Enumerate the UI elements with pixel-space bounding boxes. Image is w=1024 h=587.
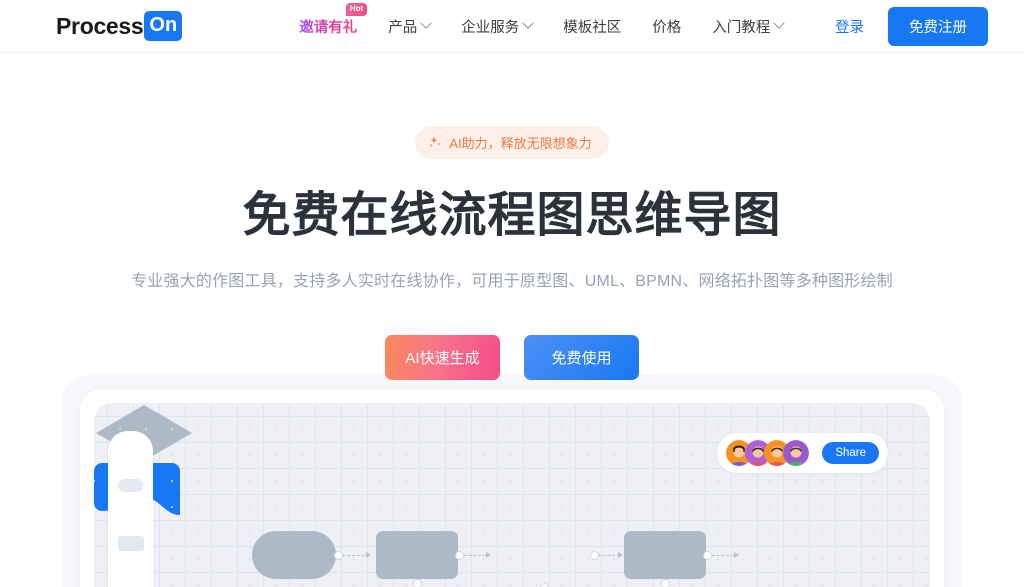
nav-item-label: 模板社区 (563, 19, 622, 36)
chevron-down-icon (522, 17, 534, 29)
nav-item-products[interactable]: 产品 (388, 16, 432, 37)
avatar[interactable] (783, 440, 810, 466)
connector (598, 555, 620, 556)
nav-item-invite[interactable]: 邀请有礼 Hot (299, 2, 368, 37)
collaborators-bar: Share (717, 433, 888, 473)
header-actions: 登录 免费注册 (835, 6, 988, 46)
page-title: 免费在线流程图思维导图 (242, 189, 782, 242)
ai-badge: AI助力，释放无限想象力 (415, 126, 609, 159)
connector-endpoint (703, 551, 712, 560)
connector-endpoint (413, 579, 422, 587)
signup-button[interactable]: 免费注册 (888, 6, 988, 46)
connector-endpoint (661, 579, 670, 587)
flow-shape-process-2[interactable] (624, 531, 706, 579)
connector-endpoint (540, 583, 549, 587)
connector-endpoint (455, 551, 464, 560)
nav-item-templates[interactable]: 模板社区 (563, 16, 621, 37)
canvas-preview: Share (62, 375, 962, 587)
nav-item-label: 企业服务 (461, 19, 520, 36)
ai-badge-label: AI助力，释放无限想象力 (449, 136, 592, 151)
nav-item-enterprise[interactable]: 企业服务 (461, 16, 534, 37)
nav-item-pricing[interactable]: 价格 (652, 16, 681, 37)
nav-item-tutorials[interactable]: 入门教程 (712, 16, 785, 37)
toolbar-item-2[interactable] (118, 536, 144, 551)
chevron-down-icon (773, 17, 785, 29)
hero-section: AI助力，释放无限想象力 免费在线流程图思维导图 专业强大的作图工具，支持多人实… (0, 53, 1024, 380)
login-link[interactable]: 登录 (835, 16, 864, 37)
avatar-group (726, 440, 810, 466)
flow-shape-terminator[interactable] (252, 531, 336, 579)
chevron-down-icon (420, 17, 432, 29)
share-button[interactable]: Share (822, 442, 879, 464)
cta-row: AI快速生成 免费使用 (0, 334, 1024, 380)
logo-word: Process (56, 12, 144, 39)
site-header: Process On 邀请有礼 Hot 产品 企业服务 模板社区 价格 入门教程… (0, 0, 1024, 53)
logo[interactable]: Process On (56, 11, 183, 41)
canvas-grid: Share (94, 403, 930, 587)
ai-generate-button[interactable]: AI快速生成 (385, 334, 500, 380)
connector-endpoint (590, 551, 599, 560)
grid-dots (94, 403, 930, 587)
arrow-icon (486, 551, 491, 558)
arrow-icon (366, 551, 371, 558)
toolbar-item-1[interactable] (118, 479, 143, 492)
arrow-icon (734, 551, 739, 558)
nav-item-label: 产品 (388, 19, 418, 36)
nav-item-label: 入门教程 (712, 19, 771, 36)
nav-item-label: 邀请有礼 (299, 16, 357, 37)
free-use-button[interactable]: 免费使用 (524, 334, 639, 380)
flow-shape-process[interactable] (376, 531, 458, 579)
hot-badge: Hot (345, 2, 368, 16)
page-subtitle: 专业强大的作图工具，支持多人实时在线协作，可用于原型图、UML、BPMN、网络拓… (131, 272, 893, 290)
logo-badge: On (144, 11, 183, 41)
nav-item-label: 价格 (652, 19, 682, 36)
arrow-icon (618, 551, 623, 558)
canvas-toolbar[interactable] (108, 431, 153, 587)
main-navigation: 邀请有礼 Hot 产品 企业服务 模板社区 价格 入门教程 (299, 2, 785, 37)
connector-endpoint (334, 551, 343, 560)
sparkle-icon (429, 136, 442, 149)
